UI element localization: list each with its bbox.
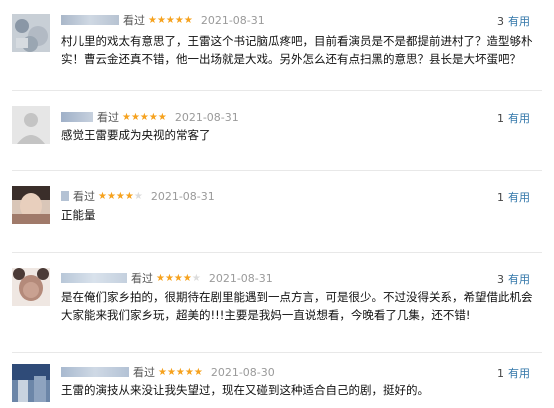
- useful-label: 有用: [508, 191, 530, 204]
- divider: [12, 170, 542, 171]
- review-date: 2021-08-30: [210, 365, 275, 379]
- divider: [12, 90, 542, 91]
- useful-button[interactable]: 3 有用: [497, 271, 530, 287]
- avatar[interactable]: [12, 14, 50, 52]
- watched-label: 看过: [131, 272, 153, 285]
- review-date: 2021-08-31: [208, 271, 273, 285]
- useful-label: 有用: [508, 15, 530, 28]
- rating-stars: ★★★★★: [156, 272, 201, 284]
- rating-stars: ★★★★★: [122, 111, 167, 123]
- username-blurred[interactable]: [61, 273, 127, 283]
- username-blurred[interactable]: [61, 15, 119, 25]
- review-date: 2021-08-31: [150, 189, 215, 203]
- avatar[interactable]: [12, 364, 50, 402]
- useful-count: 1: [497, 191, 504, 204]
- avatar[interactable]: [12, 268, 50, 306]
- useful-label: 有用: [508, 273, 530, 286]
- useful-count: 1: [497, 112, 504, 125]
- watched-label: 看过: [133, 366, 155, 379]
- review-text: 正能量: [61, 208, 96, 222]
- useful-count: 3: [497, 273, 504, 286]
- watched-label: 看过: [123, 14, 145, 27]
- watched-label: 看过: [97, 111, 119, 124]
- divider: [12, 352, 542, 353]
- review-date: 2021-08-31: [174, 110, 239, 124]
- review-text: 感觉王雷要成为央视的常客了: [61, 128, 211, 142]
- useful-count: 3: [497, 15, 504, 28]
- useful-count: 1: [497, 367, 504, 380]
- username-blurred[interactable]: [61, 367, 129, 377]
- username-blurred[interactable]: [61, 191, 69, 201]
- useful-button[interactable]: 1 有用: [497, 365, 530, 381]
- avatar[interactable]: [12, 186, 50, 224]
- review-text: 村儿里的戏太有意思了，王雷这个书记脑瓜疼吧，目前看演员是不是都提前进村了？造型够…: [61, 34, 533, 66]
- useful-button[interactable]: 1 有用: [497, 189, 530, 205]
- review-text: 是在俺们家乡拍的，很期待在剧里能遇到一点方言，可是很少。不过没得关系，希望借此机…: [61, 290, 533, 322]
- rating-stars: ★★★★★: [148, 14, 193, 26]
- username-blurred[interactable]: [61, 112, 93, 122]
- useful-label: 有用: [508, 112, 530, 125]
- useful-button[interactable]: 3 有用: [497, 13, 530, 29]
- watched-label: 看过: [73, 190, 95, 203]
- divider: [12, 252, 542, 253]
- rating-stars: ★★★★★: [98, 190, 143, 202]
- rating-stars: ★★★★★: [158, 366, 203, 378]
- useful-label: 有用: [508, 367, 530, 380]
- review-text: 王雷的演技从来没让我失望过，现在又碰到这种适合自己的剧，挺好的。: [61, 383, 429, 397]
- useful-button[interactable]: 1 有用: [497, 110, 530, 126]
- review-date: 2021-08-31: [200, 13, 265, 27]
- avatar[interactable]: [12, 106, 50, 144]
